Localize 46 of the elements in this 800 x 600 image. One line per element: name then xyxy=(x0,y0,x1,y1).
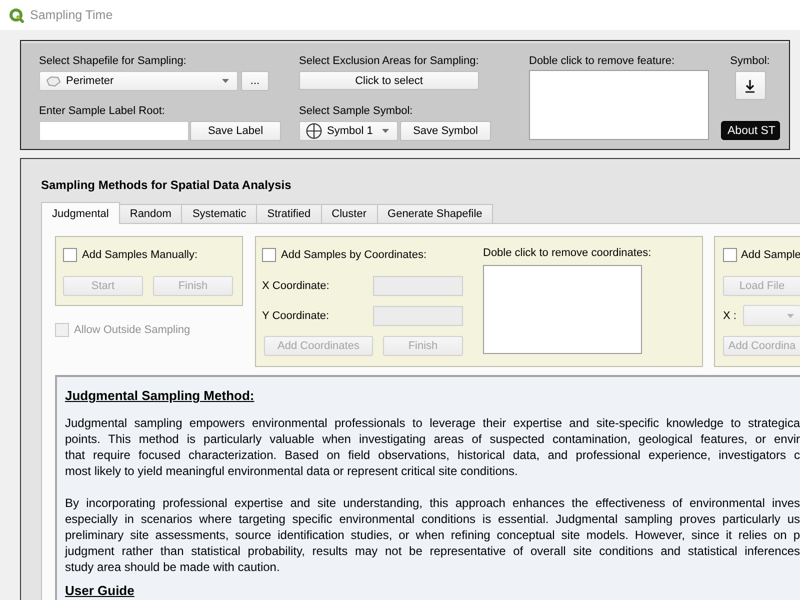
tab[interactable]: Stratified xyxy=(256,204,322,223)
tab[interactable]: Judgmental xyxy=(41,202,120,224)
checkbox[interactable] xyxy=(262,248,276,262)
field-label: Select Exclusion Areas for Sampling: xyxy=(299,54,479,69)
caret-icon xyxy=(382,129,389,133)
down-arrow-icon xyxy=(745,78,755,92)
feature-list[interactable] xyxy=(529,70,709,140)
window-title: Sampling Time xyxy=(30,8,113,22)
polygon-icon xyxy=(46,76,61,86)
field-label: Doble click to remove feature: xyxy=(529,54,675,69)
caret-icon xyxy=(787,314,794,318)
field-label: Select Shapefile for Sampling: xyxy=(39,54,186,69)
select-button[interactable]: Click to select xyxy=(299,71,479,90)
caret-icon xyxy=(222,79,229,83)
tab[interactable]: Systematic xyxy=(181,204,258,223)
checkbox-label: Allow Outside Sampling xyxy=(74,324,190,336)
paragraph-text: By incorporating professional expertise and site understanding, this approach enhances the effectiveness of environmental inves especially in scenarios where targeting specific environmental conditions is essential. Judgmental sampling proves particularly us preliminary site assessments, source identification studies, or when refining conceptual site models. However, since it relies on p judgment rather than statistical probability, results may not be representative of overall site conditions and statistical inferences study area should be made with caution. xyxy=(65,495,800,575)
paragraph-text: Judgmental sampling empowers environmental professionals to leverage their expertise and site-specific knowledge to strategica points. This method is particularly valuable when investigating areas of suspected contamination, geological features, or envir that require focused characterization. Based on field observations, historical data, and professional experience, investigators c most likely to yield meaningful environmental data or represent critical site conditions. xyxy=(65,415,800,479)
field-label: Y Coordinate: xyxy=(262,310,330,322)
symbol-dropdown[interactable]: Symbol 1 xyxy=(299,121,398,141)
checkbox-label: Add Samples by Coordinates: xyxy=(281,249,427,261)
checkbox-label: Add Samples Manually: xyxy=(82,249,198,261)
field-label: Enter Sample Label Root: xyxy=(39,104,165,119)
field-label: Doble click to remove coordinates: xyxy=(483,246,652,261)
crosshair-icon xyxy=(306,123,322,139)
tab[interactable]: Generate Shapefile xyxy=(376,204,494,223)
field-label: X Coordinate: xyxy=(262,280,330,292)
about-button[interactable]: About ST xyxy=(720,121,780,140)
label-root-field[interactable] xyxy=(39,121,189,141)
save-label-button[interactable]: Save Label xyxy=(190,121,281,141)
app-logo-icon xyxy=(9,8,24,22)
tab[interactable]: Random xyxy=(118,204,182,223)
checkbox[interactable] xyxy=(723,248,737,262)
layer-dropdown[interactable]: Perimeter xyxy=(39,71,238,91)
coordinates-list[interactable] xyxy=(483,265,642,354)
tab[interactable]: Cluster xyxy=(320,204,378,223)
save-symbol-button[interactable]: Save Symbol xyxy=(400,121,491,141)
browse-button[interactable]: ... xyxy=(241,71,269,91)
checkbox[interactable] xyxy=(63,248,77,262)
field-label: X : xyxy=(723,310,738,322)
symbol-button[interactable] xyxy=(734,71,766,100)
section-heading: User Guide xyxy=(65,582,134,599)
section-title: Sampling Methods for Spatial Data Analysis xyxy=(41,177,292,193)
section-heading: Judgmental Sampling Method: xyxy=(65,387,254,404)
field-label: Symbol: xyxy=(730,54,770,69)
field-label: Select Sample Symbol: xyxy=(299,104,413,119)
